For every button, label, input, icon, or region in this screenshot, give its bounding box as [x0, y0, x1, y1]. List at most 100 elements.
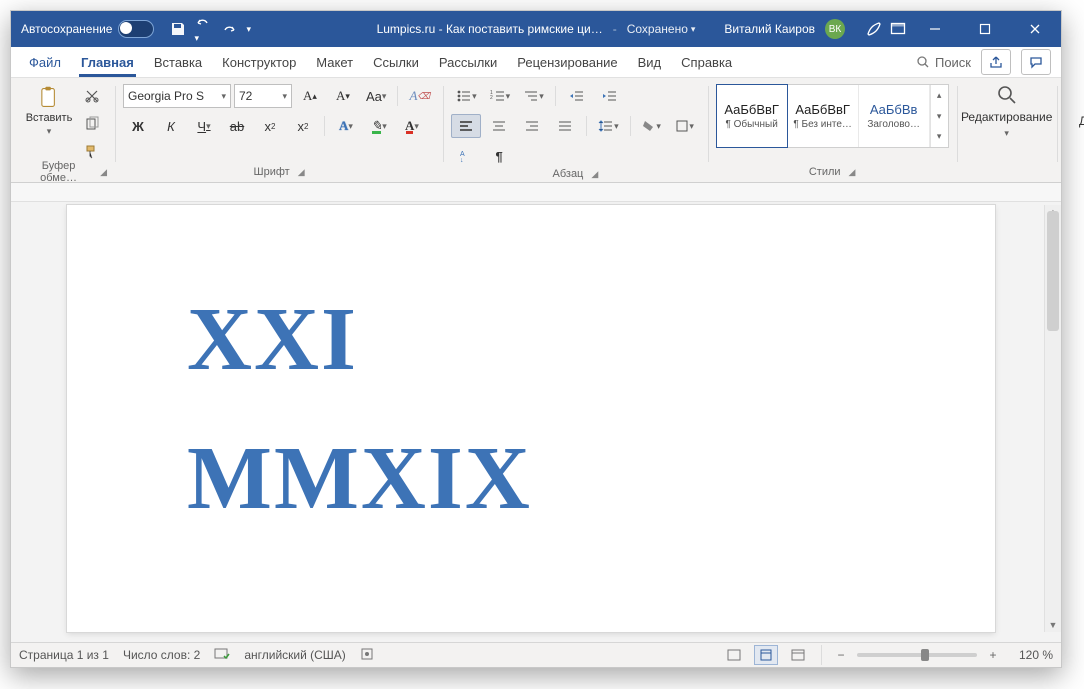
tab-file[interactable]: Файл [19, 47, 71, 77]
qat-customize-icon[interactable]: ▾ [246, 24, 251, 35]
macro-icon[interactable] [360, 647, 374, 664]
group-clipboard: Вставить ▾ Буфер обме…◢ [17, 82, 115, 180]
line-spacing-button[interactable]: ▾ [593, 114, 624, 138]
group-clipboard-label: Буфер обме… [25, 160, 92, 184]
shrink-font-button[interactable]: A▾ [328, 84, 358, 108]
scroll-down-icon[interactable]: ▼ [1045, 618, 1061, 632]
comments-button[interactable] [1021, 49, 1051, 75]
font-color-button[interactable]: A ▾ [397, 114, 427, 138]
clear-formatting-button[interactable]: A⌫ [404, 84, 435, 108]
style-heading1[interactable]: АаБбВв Заголово… [859, 85, 930, 147]
grow-font-button[interactable]: A▴ [295, 84, 325, 108]
font-size-combo[interactable]: 72▾ [234, 84, 292, 108]
font-launcher-icon[interactable]: ◢ [298, 167, 305, 178]
styles-gallery[interactable]: АаБбВвГ ¶ Обычный АаБбВвГ ¶ Без инте… Аа… [716, 84, 949, 148]
styles-launcher-icon[interactable]: ◢ [849, 167, 856, 178]
tab-help[interactable]: Справка [671, 47, 742, 77]
justify-button[interactable] [550, 114, 580, 138]
multilevel-button[interactable]: ▾ [518, 84, 549, 108]
avatar[interactable]: ВК [825, 19, 845, 39]
statusbar: Страница 1 из 1 Число слов: 2 английский… [11, 642, 1061, 667]
cut-button[interactable] [77, 84, 107, 108]
superscript-button[interactable]: x2 [288, 114, 318, 138]
group-paragraph-label: Абзац [553, 168, 584, 180]
style-no-spacing[interactable]: АаБбВвГ ¶ Без инте… [788, 85, 859, 147]
svg-text:↓: ↓ [460, 157, 464, 163]
coming-soon-icon[interactable] [865, 20, 883, 38]
status-language[interactable]: английский (США) [244, 648, 345, 662]
highlight-button[interactable]: ✎ ▾ [364, 114, 394, 138]
spellcheck-icon[interactable] [214, 647, 230, 664]
vertical-scrollbar[interactable]: ▲ ▼ [1044, 205, 1061, 632]
subscript-button[interactable]: x2 [255, 114, 285, 138]
font-name-combo[interactable]: Georgia Pro S▾ [123, 84, 231, 108]
shading-button[interactable]: ▾ [637, 114, 667, 138]
doc-line-2[interactable]: MMXIX [187, 432, 995, 527]
user-name[interactable]: Виталий Каиров [724, 22, 815, 36]
dictate-button[interactable]: Диктофон▾ [1065, 84, 1084, 143]
close-button[interactable] [1013, 11, 1057, 47]
ribbon: Вставить ▾ Буфер обме…◢ Georgia Pro S▾ 7… [11, 78, 1061, 183]
view-web[interactable] [786, 645, 810, 665]
tab-review[interactable]: Рецензирование [507, 47, 627, 77]
status-page[interactable]: Страница 1 из 1 [19, 648, 109, 662]
borders-button[interactable]: ▾ [670, 114, 700, 138]
clipboard-launcher-icon[interactable]: ◢ [100, 167, 107, 178]
ribbon-display-icon[interactable] [889, 20, 907, 38]
tab-layout[interactable]: Макет [306, 47, 363, 77]
styles-more[interactable]: ▴▾▾ [930, 85, 948, 147]
scroll-thumb[interactable] [1047, 211, 1059, 331]
tab-home[interactable]: Главная [71, 47, 144, 77]
italic-button[interactable]: К [156, 114, 186, 138]
zoom-in-button[interactable]: + [985, 648, 1001, 662]
align-right-button[interactable] [517, 114, 547, 138]
redo-icon[interactable] [222, 21, 238, 37]
group-voice: Диктофон▾ Голос [1057, 82, 1084, 180]
paste-button[interactable]: Вставить ▾ [25, 84, 73, 138]
show-marks-button[interactable]: ¶ [484, 144, 514, 168]
view-focus[interactable] [722, 645, 746, 665]
underline-button[interactable]: Ч ▾ [189, 114, 219, 138]
increase-indent-button[interactable] [595, 84, 625, 108]
numbering-button[interactable]: 12▾ [485, 84, 516, 108]
text-effects-button[interactable]: A ▾ [331, 114, 361, 138]
tab-view[interactable]: Вид [628, 47, 672, 77]
save-icon[interactable] [170, 21, 186, 37]
zoom-slider[interactable] [857, 653, 977, 657]
strikethrough-button[interactable]: ab [222, 114, 252, 138]
undo-icon[interactable]: ▾ [194, 14, 214, 44]
document-page[interactable]: XXI MMXIX [67, 205, 995, 632]
view-print[interactable] [754, 645, 778, 665]
app-window: Автосохранение ▾ ▾ Lumpics.ru - Как пост… [10, 10, 1062, 668]
save-state[interactable]: Сохранено▾ [627, 22, 696, 36]
align-center-button[interactable] [484, 114, 514, 138]
maximize-button[interactable] [963, 11, 1007, 47]
group-font-label: Шрифт [254, 166, 290, 178]
tab-design[interactable]: Конструктор [212, 47, 306, 77]
horizontal-ruler[interactable] [11, 183, 1061, 202]
autosave-toggle[interactable] [118, 20, 154, 38]
tab-insert[interactable]: Вставка [144, 47, 212, 77]
bold-button[interactable]: Ж [123, 114, 153, 138]
autosave-label: Автосохранение [21, 22, 112, 36]
copy-button[interactable] [77, 112, 107, 136]
zoom-value[interactable]: 120 % [1009, 648, 1053, 662]
change-case-button[interactable]: Aa ▾ [361, 84, 391, 108]
minimize-button[interactable] [913, 11, 957, 47]
tab-mailings[interactable]: Рассылки [429, 47, 507, 77]
share-button[interactable] [981, 49, 1011, 75]
editing-button[interactable]: Редактирование▾ [965, 84, 1049, 139]
search-placeholder: Поиск [935, 55, 971, 70]
sort-button[interactable]: A↓ [451, 144, 481, 168]
search-box[interactable]: Поиск [916, 55, 971, 70]
group-editing: Редактирование▾ [957, 82, 1057, 180]
doc-line-1[interactable]: XXI [187, 293, 995, 388]
tab-references[interactable]: Ссылки [363, 47, 429, 77]
align-left-button[interactable] [451, 114, 481, 138]
bullets-button[interactable]: ▾ [451, 84, 482, 108]
paragraph-launcher-icon[interactable]: ◢ [591, 169, 598, 180]
decrease-indent-button[interactable] [562, 84, 592, 108]
zoom-out-button[interactable]: − [833, 648, 849, 662]
style-normal[interactable]: АаБбВвГ ¶ Обычный [716, 84, 788, 148]
status-words[interactable]: Число слов: 2 [123, 648, 200, 662]
